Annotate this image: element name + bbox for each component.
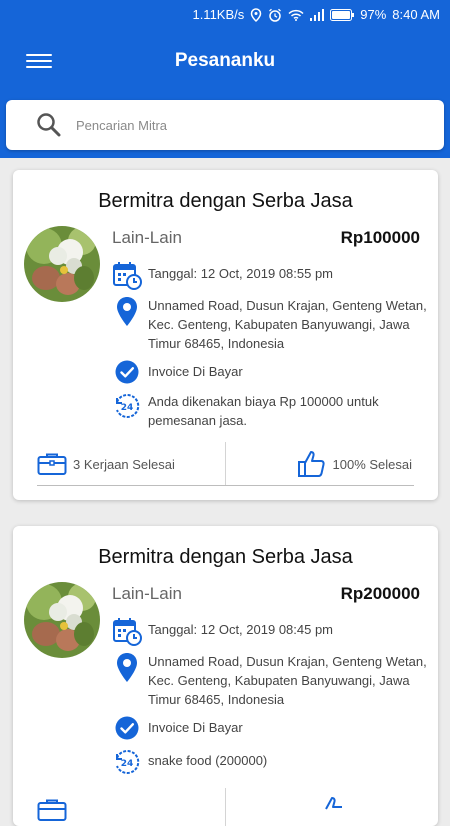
status-bar: 1.11KB/s 97% 8:40 AM [0,0,450,30]
order-date-row: Tanggal: 12 Oct, 2019 08:45 pm [112,616,333,646]
wifi-icon [288,9,304,21]
order-address-row: Unnamed Road, Dusun Krajan, Genteng Weta… [112,652,432,709]
order-card[interactable]: Bermitra dengan Serba Jasa Lain-Lain Rp1… [13,170,438,500]
check-circle-icon [112,360,142,384]
briefcase-icon [37,452,67,476]
location-pin-icon [112,652,142,684]
24-hours-icon: 24 [112,748,142,776]
completion-stat [318,788,348,826]
search-input[interactable] [76,110,416,140]
completion-stat: 100% Selesai [297,442,413,486]
jobs-done-stat: 3 Kerjaan Selesai [37,442,175,486]
order-address: Unnamed Road, Dusun Krajan, Genteng Weta… [148,654,427,707]
order-card[interactable]: Bermitra dengan Serba Jasa Lain-Lain Rp2… [13,526,438,826]
completion-label: 100% Selesai [332,456,413,472]
calendar-clock-icon [112,616,142,646]
order-price: Rp200000 [340,584,420,603]
thumbs-up-icon [297,449,327,479]
stats-divider [225,788,226,826]
search-icon [36,112,62,143]
location-pin-icon [112,296,142,328]
partner-avatar [24,226,100,302]
stats-divider [225,442,226,486]
svg-text:24: 24 [121,759,134,769]
fee-note: snake food (200000) [148,753,268,768]
page-title: Pesananku [174,50,276,71]
clock: 8:40 AM [392,7,440,22]
invoice-status: Invoice Di Bayar [148,364,243,379]
check-circle-icon [112,716,142,740]
invoice-row: Invoice Di Bayar [112,716,243,740]
app-bar: Pesananku [0,44,450,84]
invoice-row: Invoice Di Bayar [112,360,243,384]
order-price: Rp100000 [340,228,420,247]
fee-note-row: 24 Anda dikenakan biaya Rp 100000 untuk … [112,392,432,430]
battery-icon [330,8,355,21]
fee-note-row: 24 snake food (200000) [112,748,432,776]
battery-level: 97% [360,7,387,22]
order-date: Tanggal: 12 Oct, 2019 08:45 pm [148,622,334,637]
order-category: Lain-Lain [112,228,182,247]
briefcase-icon [37,798,67,822]
header: 1.11KB/s 97% 8:40 AM Pesananku [0,0,450,158]
invoice-status: Invoice Di Bayar [148,720,243,735]
partner-avatar [24,582,100,658]
jobs-done-stat [37,788,67,826]
order-address: Unnamed Road, Dusun Krajan, Genteng Weta… [148,298,427,351]
fee-note: Anda dikenakan biaya Rp 100000 untuk pem… [148,394,379,428]
order-address-row: Unnamed Road, Dusun Krajan, Genteng Weta… [112,296,432,353]
signal-icon [310,8,325,21]
order-date: Tanggal: 12 Oct, 2019 08:55 pm [148,266,334,281]
24-hours-icon: 24 [112,392,142,420]
search-bar[interactable] [6,100,444,150]
order-stats: 3 Kerjaan Selesai 100% Selesai [13,442,438,486]
order-stats [13,788,438,826]
order-title: Bermitra dengan Serba Jasa [98,546,353,568]
order-title: Bermitra dengan Serba Jasa [98,190,353,212]
jobs-done-label: 3 Kerjaan Selesai [73,456,175,472]
location-icon [250,7,262,22]
network-speed: 1.11KB/s [192,7,245,22]
alarm-icon [268,8,282,22]
svg-text:24: 24 [121,403,134,413]
order-date-row: Tanggal: 12 Oct, 2019 08:55 pm [112,260,333,290]
calendar-clock-icon [112,260,142,290]
order-category: Lain-Lain [112,584,182,603]
stats-underline [37,485,414,486]
